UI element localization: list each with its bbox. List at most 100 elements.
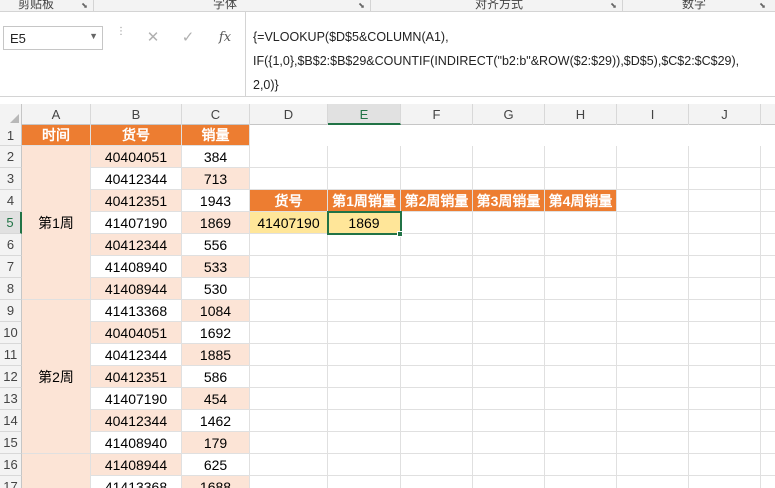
cell-c15[interactable]: 179 (182, 432, 250, 454)
font-launcher-icon[interactable]: ⬊ (357, 1, 366, 10)
cell-h14[interactable] (545, 410, 617, 432)
row-header-17[interactable]: 17 (0, 476, 22, 488)
cell-b15[interactable]: 41408940 (91, 432, 182, 454)
cell-a2-merged[interactable]: 第1周 (22, 146, 91, 300)
cell-h5[interactable] (545, 212, 617, 234)
cell-j16[interactable] (689, 454, 761, 476)
row-header-10[interactable]: 10 (0, 322, 22, 344)
cell-f3[interactable] (401, 168, 473, 190)
cell-i9[interactable] (617, 300, 689, 322)
column-header-k[interactable] (761, 104, 775, 125)
cell-h7[interactable] (545, 256, 617, 278)
cell-h3[interactable] (545, 168, 617, 190)
cell-j5[interactable] (689, 212, 761, 234)
column-header-d[interactable]: D (250, 104, 328, 125)
enter-button[interactable]: ✓ (173, 26, 203, 50)
cell-i14[interactable] (617, 410, 689, 432)
cell-c17[interactable]: 1688 (182, 476, 250, 488)
cell-f8[interactable] (401, 278, 473, 300)
cell-i15[interactable] (617, 432, 689, 454)
row-header-3[interactable]: 3 (0, 168, 22, 190)
cell-f4[interactable]: 第2周销量 (401, 190, 473, 212)
cancel-button[interactable]: ✕ (138, 26, 168, 50)
cell-e2[interactable] (328, 146, 401, 168)
cell-d5[interactable]: 41407190 (250, 212, 328, 234)
column-header-b[interactable]: B (91, 104, 182, 125)
cell-e11[interactable] (328, 344, 401, 366)
cell-b13[interactable]: 41407190 (91, 388, 182, 410)
cell-i4[interactable] (617, 190, 689, 212)
cell-k11[interactable] (761, 344, 775, 366)
cell-e8[interactable] (328, 278, 401, 300)
cell-i5[interactable] (617, 212, 689, 234)
cell-f16[interactable] (401, 454, 473, 476)
chevron-down-icon[interactable]: ▼ (89, 31, 98, 41)
cell-f5[interactable] (401, 212, 473, 234)
cell-b7[interactable]: 41408940 (91, 256, 182, 278)
cell-g8[interactable] (473, 278, 545, 300)
cell-g10[interactable] (473, 322, 545, 344)
cell-f15[interactable] (401, 432, 473, 454)
cell-c3[interactable]: 713 (182, 168, 250, 190)
cell-k17[interactable] (761, 476, 775, 488)
cell-e9[interactable] (328, 300, 401, 322)
cell-h6[interactable] (545, 234, 617, 256)
cell-g5[interactable] (473, 212, 545, 234)
cell-e14[interactable] (328, 410, 401, 432)
cell-h8[interactable] (545, 278, 617, 300)
row-header-13[interactable]: 13 (0, 388, 22, 410)
cell-f11[interactable] (401, 344, 473, 366)
row-header-7[interactable]: 7 (0, 256, 22, 278)
cell-d12[interactable] (250, 366, 328, 388)
row-header-16[interactable]: 16 (0, 454, 22, 476)
row-header-1[interactable]: 1 (0, 125, 22, 146)
cell-j17[interactable] (689, 476, 761, 488)
row-header-5[interactable]: 5 (0, 212, 22, 234)
cell-g4[interactable]: 第3周销量 (473, 190, 545, 212)
cell-g15[interactable] (473, 432, 545, 454)
cell-b12[interactable]: 40412351 (91, 366, 182, 388)
cell-e3[interactable] (328, 168, 401, 190)
column-header-c[interactable]: C (182, 104, 250, 125)
cell-i10[interactable] (617, 322, 689, 344)
cell-j10[interactable] (689, 322, 761, 344)
cell-j3[interactable] (689, 168, 761, 190)
cell-j9[interactable] (689, 300, 761, 322)
formula-input[interactable]: {=VLOOKUP($D$5&COLUMN(A1), IF({1,0},$B$2… (253, 25, 771, 97)
column-header-e[interactable]: E (328, 104, 401, 125)
cell-k16[interactable] (761, 454, 775, 476)
insert-function-button[interactable]: fx (210, 26, 240, 50)
column-header-a[interactable]: A (22, 104, 91, 125)
cell-h13[interactable] (545, 388, 617, 410)
cell-d9[interactable] (250, 300, 328, 322)
cell-j11[interactable] (689, 344, 761, 366)
cell-j6[interactable] (689, 234, 761, 256)
column-header-f[interactable]: F (401, 104, 473, 125)
cell-b10[interactable]: 40404051 (91, 322, 182, 344)
cell-i6[interactable] (617, 234, 689, 256)
cell-e7[interactable] (328, 256, 401, 278)
cell-c5[interactable]: 1869 (182, 212, 250, 234)
cell-e5[interactable]: 1869 (328, 212, 401, 234)
cell-h17[interactable] (545, 476, 617, 488)
cell-d7[interactable] (250, 256, 328, 278)
cell-g13[interactable] (473, 388, 545, 410)
cell-b9[interactable]: 41413368 (91, 300, 182, 322)
cell-f13[interactable] (401, 388, 473, 410)
cell-e13[interactable] (328, 388, 401, 410)
cell-c9[interactable]: 1084 (182, 300, 250, 322)
cell-b5[interactable]: 41407190 (91, 212, 182, 234)
cell-k12[interactable] (761, 366, 775, 388)
alignment-launcher-icon[interactable]: ⬊ (609, 1, 618, 10)
cell-g6[interactable] (473, 234, 545, 256)
cell-e6[interactable] (328, 234, 401, 256)
cell-g2[interactable] (473, 146, 545, 168)
cell-b14[interactable]: 40412344 (91, 410, 182, 432)
cell-b3[interactable]: 40412344 (91, 168, 182, 190)
cell-e15[interactable] (328, 432, 401, 454)
cell-c1[interactable]: 销量 (182, 125, 250, 146)
cell-k2[interactable] (761, 146, 775, 168)
cell-b1[interactable]: 货号 (91, 125, 182, 146)
cell-e10[interactable] (328, 322, 401, 344)
drag-handle-icon[interactable]: ⋮ (116, 27, 126, 37)
